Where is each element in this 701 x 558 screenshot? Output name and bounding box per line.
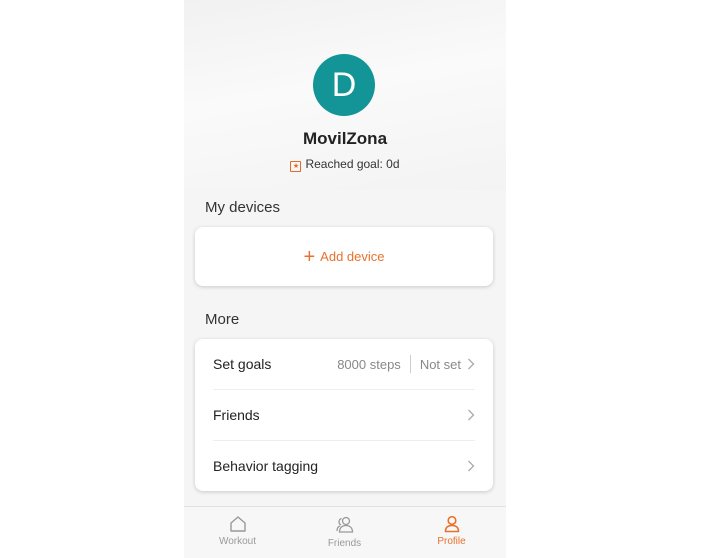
goal-status-value: Not set (419, 356, 461, 372)
friends-label: Friends (213, 407, 260, 423)
value-divider (409, 355, 411, 373)
my-devices-title: My devices (205, 199, 281, 216)
plus-icon: + (303, 245, 316, 268)
add-device-button[interactable]: + Add device (195, 227, 493, 286)
goal-text: Reached goal: 0d (305, 157, 400, 171)
behavior-tagging-row[interactable]: Behavior tagging (213, 441, 475, 491)
add-device-label: Add device (320, 249, 385, 264)
friends-icon (335, 516, 353, 533)
chevron-right-icon (468, 358, 475, 370)
home-icon (229, 516, 246, 532)
phone-screen: D MovilZona ★ Reached goal: 0d My devices… (184, 0, 506, 558)
tab-friends-label: Friends (327, 538, 362, 549)
profile-icon (444, 515, 459, 533)
steps-value: 8000 steps (337, 356, 401, 372)
set-goals-label: Set goals (213, 356, 272, 372)
tab-profile[interactable]: Profile (398, 507, 505, 558)
tab-workout-label: Workout (218, 536, 257, 547)
goal-status: ★ Reached goal: 0d (184, 157, 506, 172)
tab-friends[interactable]: Friends (291, 507, 398, 558)
behavior-tagging-label: Behavior tagging (213, 458, 319, 474)
bottom-tab-bar: Workout Friends Profile (184, 506, 506, 558)
friends-row[interactable]: Friends (213, 390, 475, 440)
more-card: Set goals 8000 steps Not set Friends Beh… (195, 339, 493, 491)
username: MovilZona (302, 129, 388, 148)
avatar[interactable]: D (313, 54, 375, 116)
chevron-right-icon (468, 409, 475, 421)
chevron-right-icon (468, 460, 475, 472)
tab-profile-label: Profile (437, 536, 466, 547)
star-badge-icon: ★ (290, 161, 302, 172)
devices-card: + Add device (195, 227, 493, 286)
more-title: More (205, 311, 240, 328)
set-goals-row[interactable]: Set goals 8000 steps Not set (213, 339, 475, 389)
tab-workout[interactable]: Workout (184, 507, 291, 558)
